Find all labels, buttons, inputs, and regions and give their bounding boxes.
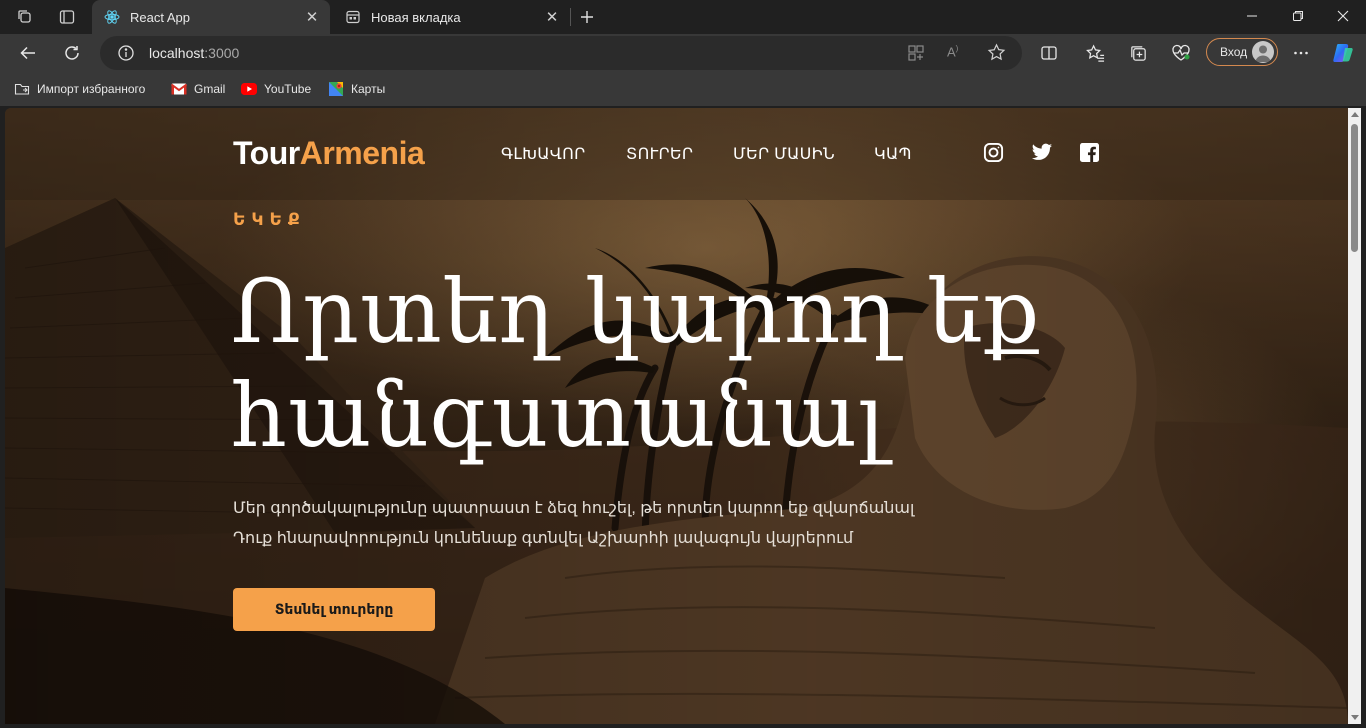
url-port: :3000 xyxy=(204,45,240,61)
bookmark-label: Импорт избранного xyxy=(37,82,146,96)
gmail-icon xyxy=(171,81,187,97)
logo-part-armenia: Armenia xyxy=(299,135,425,171)
hero-title: Որտեղ կարող եք հանգստանալ xyxy=(231,260,1091,468)
nav-home[interactable]: ԳԼԽԱՎՈՐ xyxy=(501,144,586,164)
tab-react-app[interactable]: React App ✕ xyxy=(92,0,330,34)
hero-title-line-2: հանգստանալ xyxy=(231,364,886,467)
avatar xyxy=(1252,41,1274,63)
site-header: TourArmenia ԳԼԽԱՎՈՐ ՏՈՒՐԵՐ ՄԵՐ ՄԱՍԻՆ ԿԱՊ xyxy=(5,108,1348,200)
bookmark-label: Карты xyxy=(351,82,386,96)
maps-icon xyxy=(328,81,344,97)
app-available-icon[interactable] xyxy=(907,44,925,67)
signin-label: Вход xyxy=(1220,45,1248,59)
facebook-icon[interactable] xyxy=(1078,141,1100,163)
tab-actions-icon[interactable] xyxy=(52,4,82,30)
bookmark-youtube[interactable]: YouTube xyxy=(241,81,311,97)
url-host: localhost xyxy=(149,45,205,61)
page-viewport: TourArmenia ԳԼԽԱՎՈՐ ՏՈՒՐԵՐ ՄԵՐ ՄԱՍԻՆ ԿԱՊ… xyxy=(5,108,1348,724)
tab-strip: React App ✕ Новая вкладка ✕ xyxy=(0,0,1366,34)
view-tours-button[interactable]: Տեսնել տուրերը xyxy=(233,588,435,631)
split-screen-icon[interactable] xyxy=(1033,37,1065,69)
new-tab-page-icon xyxy=(345,9,361,25)
refresh-icon[interactable] xyxy=(56,37,88,69)
url-text: localhost:3000 xyxy=(149,45,239,61)
scroll-down-arrow-icon[interactable] xyxy=(1351,715,1359,720)
hero-subtitle-line-1: Մեր գործակալությունը պատրաստ է ձեզ հուշե… xyxy=(233,500,915,517)
collections-icon[interactable] xyxy=(1122,37,1154,69)
tab-new-tab[interactable]: Новая вкладка ✕ xyxy=(333,0,570,34)
restore-icon[interactable] xyxy=(1275,0,1321,32)
read-aloud-icon[interactable]: A) xyxy=(947,44,958,59)
address-bar[interactable]: localhost:3000 A) xyxy=(100,36,1022,70)
page-scrollbar[interactable] xyxy=(1348,108,1361,724)
minimize-icon[interactable] xyxy=(1229,0,1275,32)
hero-subtitle-line-2: Դուք հնարավորություն կունենաք գտնվել Աշխ… xyxy=(233,530,854,547)
browser-toolbar: localhost:3000 A) Вход xyxy=(0,34,1366,72)
close-tab-icon[interactable]: ✕ xyxy=(300,5,324,29)
favorite-star-icon[interactable] xyxy=(987,43,1006,67)
youtube-icon xyxy=(241,81,257,97)
bookmark-gmail[interactable]: Gmail xyxy=(171,81,225,97)
bookmarks-bar: Импорт избранного Gmail YouTube Карты xyxy=(0,72,1366,106)
tab-title: React App xyxy=(130,9,190,25)
bookmark-label: Gmail xyxy=(194,82,226,96)
more-menu-icon[interactable] xyxy=(1285,37,1317,69)
nav-contact[interactable]: ԿԱՊ xyxy=(874,144,912,164)
favorites-icon[interactable] xyxy=(1079,37,1111,69)
scroll-up-arrow-icon[interactable] xyxy=(1351,112,1359,117)
browser-essentials-icon[interactable] xyxy=(1165,37,1197,69)
instagram-icon[interactable] xyxy=(982,141,1004,163)
site-logo[interactable]: TourArmenia xyxy=(233,135,425,172)
nav-tours[interactable]: ՏՈՒՐԵՐ xyxy=(626,144,693,164)
hero-title-line-1: Որտեղ կարող եք xyxy=(231,260,1041,363)
hero-eyebrow: ԵԿԵՔ xyxy=(233,210,306,229)
workspaces-icon[interactable] xyxy=(10,4,40,30)
bookmark-label: YouTube xyxy=(264,82,312,96)
close-tab-icon[interactable]: ✕ xyxy=(540,5,564,29)
tab-title: Новая вкладка xyxy=(371,9,461,25)
back-icon[interactable] xyxy=(12,37,44,69)
bookmark-maps[interactable]: Карты xyxy=(328,81,385,97)
nav-about[interactable]: ՄԵՐ ՄԱՍԻՆ xyxy=(733,144,835,164)
close-window-icon[interactable] xyxy=(1320,0,1366,32)
new-tab-button[interactable] xyxy=(572,4,602,30)
site-info-icon[interactable] xyxy=(117,44,135,67)
react-icon xyxy=(104,9,120,25)
logo-part-tour: Tour xyxy=(233,135,300,171)
scrollbar-thumb[interactable] xyxy=(1351,124,1358,252)
signin-button[interactable]: Вход xyxy=(1206,38,1278,66)
tab-separator xyxy=(570,8,571,26)
copilot-icon[interactable] xyxy=(1327,37,1359,69)
folder-import-icon xyxy=(14,81,30,97)
bookmark-import[interactable]: Импорт избранного xyxy=(14,81,145,97)
twitter-icon[interactable] xyxy=(1031,141,1053,163)
